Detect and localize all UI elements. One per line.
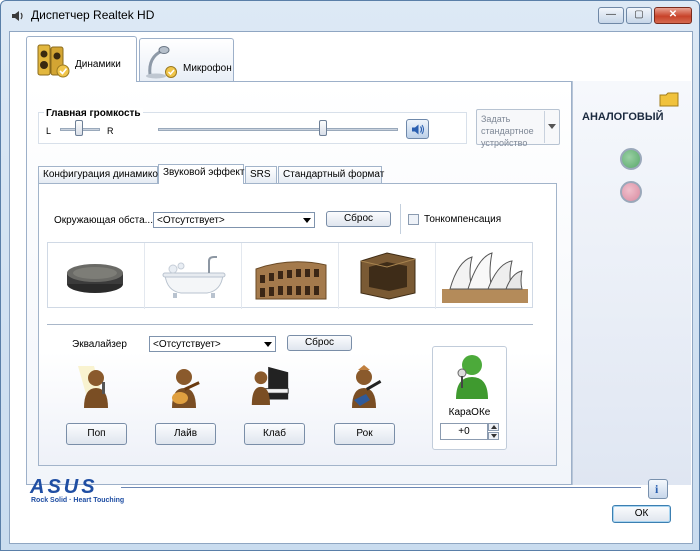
equalizer-label: Эквалайзер	[72, 339, 127, 350]
info-icon: i	[655, 482, 659, 496]
mute-button[interactable]	[406, 119, 429, 139]
preset-pop-button[interactable]: Поп	[66, 423, 127, 445]
equalizer-reset-button[interactable]: Сброс	[287, 335, 352, 351]
karaoke-down-button[interactable]	[488, 432, 499, 440]
stone-disc-icon	[67, 264, 123, 293]
subtab-srs[interactable]: SRS	[245, 166, 277, 183]
subtab-srs-label: SRS	[250, 169, 271, 180]
piano-player-icon	[251, 366, 289, 405]
svg-text:ASUS: ASUS	[29, 477, 98, 495]
karaoke-panel: КараОКе +0	[432, 346, 507, 450]
volume-slider[interactable]	[319, 120, 327, 136]
karaoke-value: +0	[458, 426, 470, 437]
chevron-down-icon	[264, 342, 272, 347]
volume-speaker-icon	[412, 124, 424, 135]
rock-guitar-icon	[352, 365, 382, 408]
preset-pop-label: Поп	[87, 428, 106, 439]
tone-compensation-checkbox[interactable]	[408, 214, 419, 225]
preset-club-button[interactable]: Клаб	[244, 423, 305, 445]
environment-reset-label: Сброс	[343, 213, 374, 224]
chevron-down-icon	[303, 218, 311, 223]
environment-option[interactable]	[145, 243, 242, 309]
default-device-label: Задать стандартное устройство	[481, 114, 534, 148]
environment-label: Окружающая обста...	[54, 215, 153, 226]
karaoke-label: КараОКе	[448, 407, 491, 418]
asus-logo: ASUS	[29, 477, 98, 495]
tab-microphone[interactable]: Микрофон	[139, 38, 234, 82]
balance-right-label: R	[107, 126, 114, 136]
folder-icon[interactable]	[659, 91, 679, 107]
ok-label: ОК	[634, 508, 649, 519]
asus-slogan: Rock Solid · Heart Touching	[31, 497, 125, 504]
equalizer-select[interactable]: <Отсутствует>	[149, 336, 276, 352]
analog-panel: АНАЛОГОВЫЙ	[572, 81, 691, 485]
chevron-down-icon	[548, 124, 556, 129]
preset-live-label: Лайв	[173, 428, 198, 439]
analog-title: АНАЛОГОВЫЙ	[582, 111, 664, 123]
guitar-player-icon	[172, 369, 200, 408]
volume-label: Главная громкость	[44, 108, 143, 119]
window-title: Диспетчер Realtek HD	[31, 8, 155, 22]
tab-microphone-label: Микрофон	[183, 63, 232, 74]
main-window: Диспетчер Realtek HD — ▢ ✕ Динамики Микр…	[0, 0, 700, 551]
environment-option[interactable]	[436, 243, 533, 309]
subtab-standard-format-label: Стандартный формат	[283, 169, 385, 180]
environment-gallery	[47, 242, 533, 309]
volume-track	[158, 128, 398, 131]
close-button[interactable]: ✕	[654, 7, 692, 24]
balance-slider[interactable]	[75, 120, 83, 136]
karaoke-up-button[interactable]	[488, 423, 499, 431]
ok-button[interactable]: ОК	[612, 505, 671, 523]
opera-house-icon	[442, 252, 528, 303]
jack-green[interactable]	[620, 148, 642, 170]
preset-rock-label: Рок	[356, 428, 373, 439]
environment-option[interactable]	[242, 243, 339, 309]
subtab-sound-effect[interactable]: Звуковой эффект	[158, 164, 245, 184]
tone-compensation-label: Тонкомпенсация	[424, 214, 502, 225]
default-device-button[interactable]: Задать стандартное устройство	[476, 109, 560, 148]
speaker-icon	[12, 11, 23, 21]
preset-club-label: Клаб	[263, 428, 286, 439]
preset-live-button[interactable]: Лайв	[155, 423, 216, 445]
karaoke-singer-icon	[456, 355, 488, 399]
environment-option[interactable]	[48, 243, 145, 309]
subtab-standard-format[interactable]: Стандартный формат	[278, 166, 385, 183]
equalizer-reset-label: Сброс	[304, 337, 335, 348]
minimize-button[interactable]: —	[598, 7, 624, 24]
client-area: Динамики Микрофон Главная громкость L R	[9, 31, 693, 544]
divider	[400, 204, 401, 234]
microphone-icon	[146, 46, 177, 79]
stone-box-icon	[360, 252, 416, 300]
environment-option[interactable]	[339, 243, 436, 309]
info-button[interactable]: i	[648, 479, 668, 499]
karaoke-value-field[interactable]: +0	[440, 423, 488, 440]
default-device-dropdown[interactable]	[544, 111, 558, 143]
title-bar: Диспетчер Realtek HD — ▢ ✕	[1, 1, 699, 29]
divider	[47, 324, 533, 325]
environment-select-value: <Отсутствует>	[157, 215, 225, 226]
chevron-down-icon	[491, 434, 497, 438]
environment-reset-button[interactable]: Сброс	[326, 211, 391, 227]
subtab-sound-effect-label: Звуковой эффект	[163, 167, 245, 178]
chevron-up-icon	[491, 425, 497, 429]
equalizer-select-value: <Отсутствует>	[153, 339, 221, 350]
jack-pink[interactable]	[620, 181, 642, 203]
tab-speakers-label: Динамики	[75, 59, 121, 70]
pop-singer-icon	[78, 366, 108, 408]
balance-left-label: L	[46, 126, 52, 136]
colosseum-icon	[255, 261, 327, 300]
environment-select[interactable]: <Отсутствует>	[153, 212, 315, 228]
tab-speakers[interactable]: Динамики	[26, 36, 137, 82]
speakers-icon	[37, 44, 70, 78]
subtab-speaker-config[interactable]: Конфигурация динамиков	[38, 166, 163, 183]
bathtub-icon	[162, 256, 226, 298]
footer-divider	[121, 487, 641, 488]
preset-rock-button[interactable]: Рок	[334, 423, 395, 445]
maximize-button[interactable]: ▢	[626, 7, 652, 24]
subtab-speaker-config-label: Конфигурация динамиков	[43, 169, 164, 180]
